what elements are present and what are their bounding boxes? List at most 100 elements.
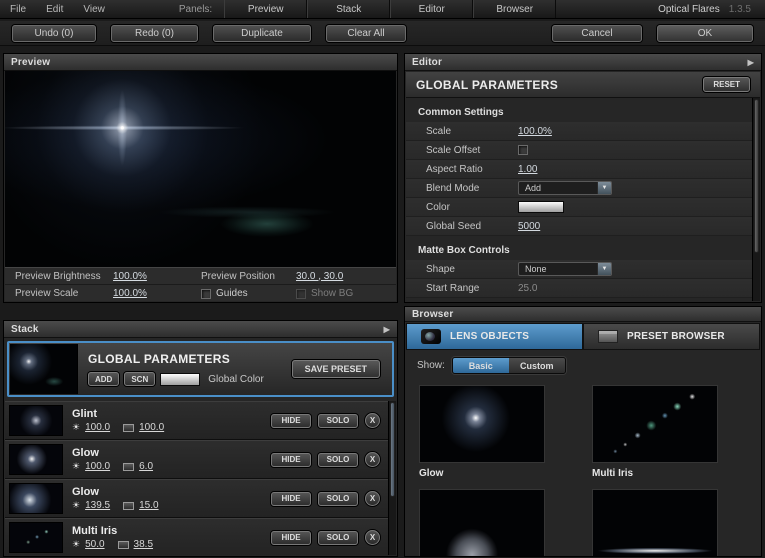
undo-button[interactable]: Undo (0): [12, 24, 96, 42]
stack-panel-title: Stack: [11, 323, 39, 335]
panel-toggle-preview[interactable]: Preview: [224, 0, 308, 18]
ok-button[interactable]: OK: [657, 24, 753, 42]
hide-button[interactable]: HIDE: [271, 413, 311, 428]
tab-preset-browser[interactable]: PRESET BROWSER: [583, 323, 760, 350]
matte-box-controls-header: Matte Box Controls: [418, 245, 510, 256]
reset-button[interactable]: RESET: [703, 77, 750, 92]
layer-scale-value[interactable]: 15.0: [139, 500, 158, 511]
global-color-swatch[interactable]: [160, 372, 201, 386]
panel-menu-arrow-icon[interactable]: ▶: [384, 325, 390, 334]
solo-button[interactable]: SOLO: [318, 530, 358, 545]
add-button[interactable]: ADD: [88, 372, 120, 386]
menu-file[interactable]: File: [0, 0, 36, 18]
preview-position-value[interactable]: 30.0 , 30.0: [296, 271, 384, 282]
lens-object-partial-2[interactable]: [592, 489, 718, 556]
preview-panel-title: Preview: [11, 56, 51, 68]
preview-controls: Preview Brightness 100.0% Preview Positi…: [5, 267, 396, 301]
chevron-down-icon[interactable]: ▼: [597, 263, 611, 275]
menu-view[interactable]: View: [73, 0, 115, 18]
color-swatch[interactable]: [518, 201, 564, 213]
lens-object-glow[interactable]: Glow: [419, 385, 545, 479]
show-label: Show:: [417, 360, 445, 371]
preview-render-area[interactable]: [5, 71, 396, 267]
tab-lens-objects[interactable]: LENS OBJECTS: [406, 323, 583, 350]
scale-offset-checkbox[interactable]: [518, 145, 528, 155]
menu-edit[interactable]: Edit: [36, 0, 73, 18]
stack-layer-multi-iris[interactable]: Multi Iris ☀ 50.0 38.5 HIDE SOLO X: [5, 518, 388, 555]
blend-mode-label: Blend Mode: [426, 182, 480, 194]
layer-brightness-value[interactable]: 100.0: [85, 461, 110, 472]
partial-thumbnail-2[interactable]: [592, 489, 718, 556]
global-seed-label: Global Seed: [426, 220, 482, 232]
redo-button[interactable]: Redo (0): [111, 24, 198, 42]
layer-values: ☀ 100.0 100.0: [72, 422, 271, 433]
editor-row-aspect-ratio: Aspect Ratio 1.00: [406, 160, 752, 179]
lens-object-multi-iris[interactable]: Multi Iris: [592, 385, 718, 479]
show-basic-button[interactable]: Basic: [452, 358, 509, 373]
preview-brightness-value[interactable]: 100.0%: [113, 271, 201, 282]
preview-scale-value[interactable]: 100.0%: [113, 288, 201, 299]
panel-toggle-browser[interactable]: Browser: [473, 0, 557, 18]
stack-scrollbar-thumb[interactable]: [390, 402, 395, 498]
cancel-button[interactable]: Cancel: [552, 24, 642, 42]
editor-scrollbar[interactable]: [752, 98, 760, 301]
panel-menu-arrow-icon[interactable]: ▶: [748, 58, 754, 67]
editor-row-scale: Scale 100.0%: [406, 122, 752, 141]
partial-thumbnail-1[interactable]: [419, 489, 545, 556]
delete-layer-button[interactable]: X: [365, 413, 380, 428]
editor-panel: Editor ▶ GLOBAL PARAMETERS RESET Common …: [404, 53, 762, 303]
solo-button[interactable]: SOLO: [318, 491, 358, 506]
guides-checkbox[interactable]: [201, 288, 211, 299]
shape-dropdown[interactable]: None ▼: [518, 262, 612, 276]
scn-button[interactable]: SCN: [124, 372, 156, 386]
duplicate-button[interactable]: Duplicate: [213, 24, 311, 42]
layer-scale-value[interactable]: 38.5: [134, 539, 153, 550]
panel-toggle-editor[interactable]: Editor: [390, 0, 474, 18]
stack-layer-list: Glint ☀ 100.0 100.0 HIDE SOLO X Glow ☀ 1…: [5, 401, 388, 555]
show-custom-button[interactable]: Custom: [508, 358, 565, 373]
delete-layer-button[interactable]: X: [365, 530, 380, 545]
layer-scale-value[interactable]: 6.0: [139, 461, 153, 472]
show-bg-toggle[interactable]: Show BG: [296, 288, 391, 299]
glow-thumbnail[interactable]: [419, 385, 545, 463]
lens-object-partial-1[interactable]: [419, 489, 545, 556]
aspect-ratio-value[interactable]: 1.00: [518, 164, 537, 175]
stack-layer-glow-1[interactable]: Glow ☀ 100.0 6.0 HIDE SOLO X: [5, 440, 388, 479]
global-seed-value[interactable]: 5000: [518, 221, 540, 232]
show-bg-checkbox[interactable]: [296, 288, 306, 299]
layer-brightness-value[interactable]: 100.0: [85, 422, 110, 433]
clear-all-button[interactable]: Clear All: [326, 24, 406, 42]
stack-panel: Stack ▶ GLOBAL PARAMETERS ADD SCN Global…: [3, 320, 398, 557]
solo-button[interactable]: SOLO: [318, 413, 358, 428]
editor-scrollbar-thumb[interactable]: [754, 99, 759, 254]
blend-mode-dropdown[interactable]: Add ▼: [518, 181, 612, 195]
hide-button[interactable]: HIDE: [271, 452, 311, 467]
layer-info: Glow ☀ 139.5 15.0: [63, 486, 271, 511]
global-parameters-row[interactable]: GLOBAL PARAMETERS ADD SCN Global Color S…: [7, 341, 394, 397]
layer-brightness-value[interactable]: 50.0: [85, 539, 104, 550]
editor-row-shape: Shape None ▼: [406, 260, 752, 279]
delete-layer-button[interactable]: X: [365, 491, 380, 506]
stack-layer-glow-2[interactable]: Glow ☀ 139.5 15.0 HIDE SOLO X: [5, 479, 388, 518]
stack-scrollbar[interactable]: [388, 401, 396, 555]
hide-button[interactable]: HIDE: [271, 530, 311, 545]
scale-value[interactable]: 100.0%: [518, 126, 552, 137]
multi-iris-thumbnail[interactable]: [592, 385, 718, 463]
delete-layer-button[interactable]: X: [365, 452, 380, 467]
start-range-value[interactable]: 25.0: [518, 283, 537, 294]
layer-thumbnail: [9, 483, 63, 514]
save-preset-button[interactable]: SAVE PRESET: [291, 360, 380, 378]
guides-toggle[interactable]: Guides: [201, 288, 296, 299]
chevron-down-icon[interactable]: ▼: [597, 182, 611, 194]
layer-values: ☀ 139.5 15.0: [72, 500, 271, 511]
layer-info: Multi Iris ☀ 50.0 38.5: [63, 525, 271, 550]
solo-button[interactable]: SOLO: [318, 452, 358, 467]
layer-info: Glow ☀ 100.0 6.0: [63, 447, 271, 472]
layer-brightness-value[interactable]: 139.5: [85, 500, 110, 511]
panel-toggle-stack[interactable]: Stack: [307, 0, 391, 18]
layer-scale-value[interactable]: 100.0: [139, 422, 164, 433]
editor-row-scale-offset: Scale Offset: [406, 141, 752, 160]
glow-label: Glow: [419, 468, 444, 479]
hide-button[interactable]: HIDE: [271, 491, 311, 506]
stack-layer-glint[interactable]: Glint ☀ 100.0 100.0 HIDE SOLO X: [5, 401, 388, 440]
